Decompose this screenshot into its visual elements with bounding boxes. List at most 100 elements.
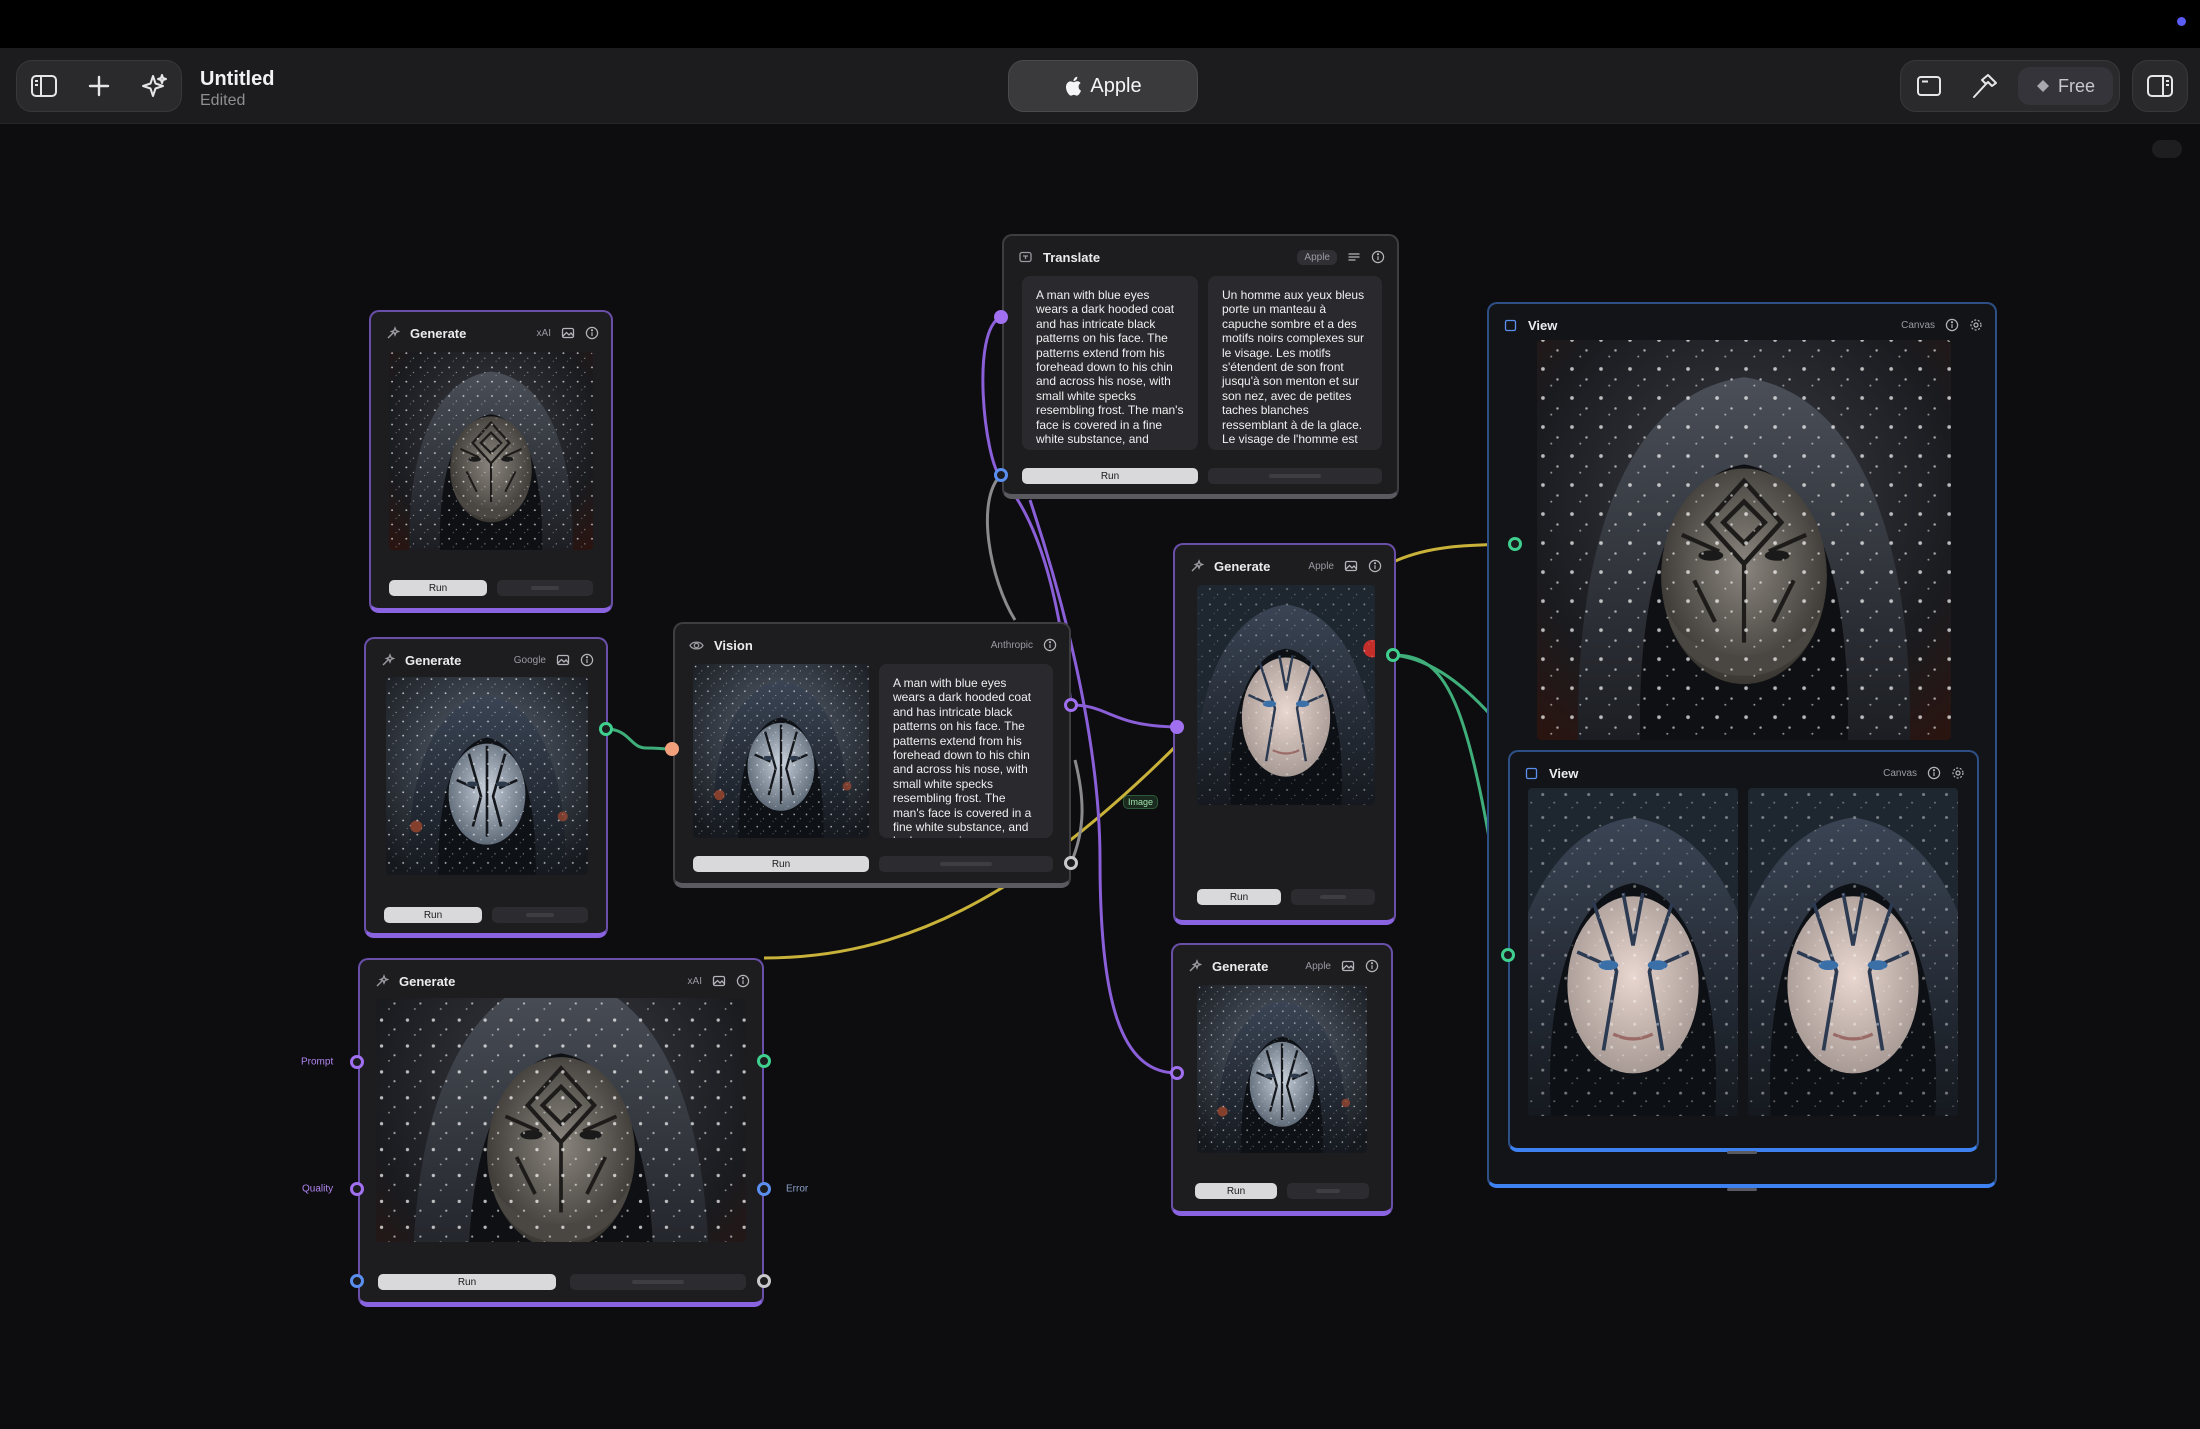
image-input-port[interactable] — [1508, 537, 1522, 551]
node-title: Translate — [1043, 249, 1101, 265]
done-output-port[interactable] — [757, 1274, 771, 1288]
info-icon[interactable] — [1927, 766, 1941, 780]
generate-sparkle-icon — [374, 973, 389, 989]
inspector-toggle-icon[interactable] — [2133, 60, 2187, 112]
window-icon[interactable] — [1901, 60, 1956, 112]
gear-icon[interactable] — [1969, 318, 1983, 332]
model-selector-button[interactable]: Apple — [1008, 60, 1198, 112]
run-button[interactable]: Run — [389, 580, 487, 596]
image-icon[interactable] — [1344, 559, 1358, 573]
model-selector-label: Apple — [1090, 74, 1142, 97]
view-square-icon — [1503, 318, 1518, 333]
canvas-image-left[interactable] — [1528, 788, 1738, 1116]
info-icon[interactable] — [1945, 318, 1959, 332]
node-title: Generate — [399, 973, 456, 989]
image-output-port[interactable] — [757, 1054, 771, 1068]
quality-port-label: Quality — [302, 1183, 334, 1195]
info-icon[interactable] — [585, 326, 599, 340]
translate-input-text: A man with blue eyes wears a dark hooded… — [1022, 276, 1198, 450]
generated-image[interactable] — [1197, 985, 1367, 1153]
secondary-action-button[interactable] — [1291, 889, 1375, 905]
view-node-canvas-2[interactable]: View Canvas — [1508, 750, 1979, 1152]
run-button[interactable]: Run — [693, 856, 869, 872]
output-port[interactable] — [599, 722, 613, 736]
info-icon[interactable] — [580, 653, 594, 667]
node-title: Generate — [1214, 558, 1271, 574]
toolbar: Untitled Edited Apple Free — [0, 48, 2200, 124]
app-window: { "toolbar": { "doc_title": "Untitled", … — [0, 0, 2200, 1429]
secondary-action-button[interactable] — [1208, 468, 1382, 484]
text-output-port[interactable] — [1064, 698, 1078, 712]
translate-node[interactable]: Translate Apple A man with blue eyes wea… — [1002, 234, 1399, 499]
generate-node-xai-1[interactable]: Generate xAI Run — [369, 310, 613, 613]
generate-node-google[interactable]: Generate Google Run — [364, 637, 608, 938]
secondary-action-button[interactable] — [492, 907, 588, 923]
done-output-port[interactable] — [1064, 856, 1078, 870]
image-icon[interactable] — [1341, 959, 1355, 973]
image-output-port[interactable] — [1386, 648, 1400, 662]
add-node-icon[interactable] — [72, 60, 127, 112]
canvas-image[interactable] — [1537, 340, 1951, 740]
menu-lines-icon[interactable] — [1347, 250, 1361, 264]
node-header: Vision Anthropic — [689, 634, 1057, 656]
trigger-input-port[interactable] — [350, 1274, 364, 1288]
image-icon[interactable] — [712, 974, 726, 988]
quality-input-port[interactable] — [350, 1182, 364, 1196]
sidebar-toggle-icon[interactable] — [17, 60, 72, 112]
generate-node-apple-2[interactable]: Generate Apple Run — [1171, 943, 1393, 1216]
info-icon[interactable] — [1043, 638, 1057, 652]
generated-image[interactable] — [386, 677, 588, 875]
run-button[interactable]: Run — [1022, 468, 1198, 484]
generated-image[interactable] — [389, 352, 593, 550]
node-header: Generate Apple — [1189, 555, 1382, 577]
info-icon[interactable] — [1368, 559, 1382, 573]
image-input-port[interactable] — [665, 742, 679, 756]
generated-image[interactable] — [376, 998, 746, 1242]
run-button[interactable]: Run — [384, 907, 482, 923]
hammer-icon[interactable] — [1956, 60, 2011, 112]
plan-badge-button[interactable]: Free — [2017, 67, 2113, 105]
generate-node-apple-1[interactable]: Generate Apple Run — [1173, 543, 1396, 925]
secondary-action-button[interactable] — [879, 856, 1053, 872]
document-title[interactable]: Untitled — [200, 68, 274, 91]
run-button[interactable]: Run — [1197, 889, 1281, 905]
node-header: View Canvas — [1524, 762, 1965, 784]
node-header: Generate xAI — [385, 322, 599, 344]
run-button[interactable]: Run — [378, 1274, 556, 1290]
provider-label: xAI — [687, 975, 702, 987]
vision-output-text: A man with blue eyes wears a dark hooded… — [879, 664, 1053, 838]
resize-handle[interactable] — [1727, 1151, 1757, 1154]
image-icon[interactable] — [561, 326, 575, 340]
image-input-port[interactable] — [1501, 948, 1515, 962]
generate-node-xai-2[interactable]: Generate xAI Run — [358, 958, 764, 1307]
secondary-action-button[interactable] — [497, 580, 593, 596]
secondary-action-button[interactable] — [570, 1274, 746, 1290]
apple-logo-icon — [1064, 76, 1082, 96]
ai-sparkle-icon[interactable] — [126, 60, 181, 112]
text-input-port[interactable] — [994, 310, 1008, 324]
resize-handle[interactable] — [1727, 1188, 1757, 1191]
error-output-port[interactable] — [757, 1182, 771, 1196]
node-title: Generate — [1212, 958, 1269, 974]
generated-image[interactable] — [1197, 585, 1375, 805]
gear-icon[interactable] — [1951, 766, 1965, 780]
translate-icon — [1018, 250, 1033, 265]
trigger-input-port[interactable] — [994, 468, 1008, 482]
node-header: Generate xAI — [374, 970, 750, 992]
input-image-preview — [693, 664, 869, 838]
image-icon[interactable] — [556, 653, 570, 667]
node-header: Generate Google — [380, 649, 594, 671]
info-icon[interactable] — [736, 974, 750, 988]
prompt-input-port[interactable] — [1170, 1066, 1184, 1080]
vision-node[interactable]: Vision Anthropic A man with blue eyes we… — [673, 622, 1071, 888]
info-icon[interactable] — [1371, 250, 1385, 264]
secondary-action-button[interactable] — [1287, 1183, 1369, 1199]
prompt-input-port[interactable] — [1170, 720, 1184, 734]
prompt-input-port[interactable] — [350, 1055, 364, 1069]
canvas-image-right[interactable] — [1748, 788, 1958, 1116]
info-icon[interactable] — [1365, 959, 1379, 973]
plan-badge-label: Free — [2057, 75, 2095, 96]
run-button[interactable]: Run — [1195, 1183, 1277, 1199]
minimap-toggle[interactable] — [2152, 140, 2182, 158]
generate-sparkle-icon — [385, 325, 400, 341]
